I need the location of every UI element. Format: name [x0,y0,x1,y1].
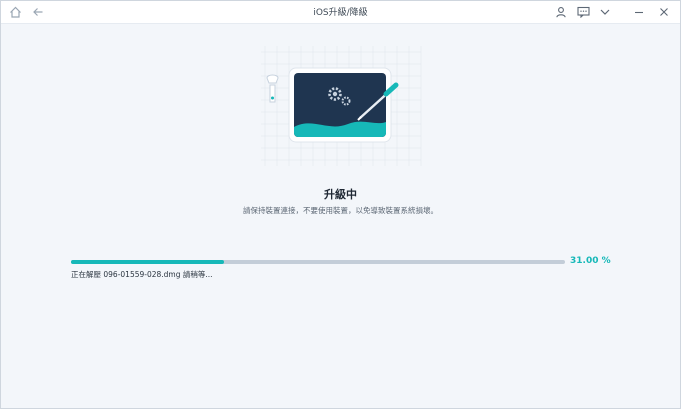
progress-status-text: 正在解壓 096-01559-028.dmg 請稍等... [71,270,213,279]
close-icon[interactable] [656,4,672,20]
wrench-icon [266,74,279,103]
user-icon[interactable] [553,4,569,20]
upgrade-warning-text: 請保持裝置連接，不要使用裝置，以免導致裝置系統損壞。 [243,206,438,215]
chevron-down-icon[interactable] [597,4,613,20]
upgrade-status-heading: 升級中 [324,188,357,201]
device-update-illustration [261,46,422,166]
feedback-icon[interactable] [575,4,591,20]
progress-bar-fill [71,260,225,264]
main-content: 升級中 請保持裝置連接，不要使用裝置，以免導致裝置系統損壞。 31.00 % 正… [1,24,680,408]
progress-bar [71,260,565,264]
progress-percent: 31.00 % [570,256,611,266]
app-window: iOS升級/降級 升級中 請保持裝置連接，不要使用裝置，以免導致裝置系統損壞。 … [0,0,681,409]
title-bar: iOS升級/降級 [1,1,680,24]
minimize-icon[interactable] [631,4,647,20]
